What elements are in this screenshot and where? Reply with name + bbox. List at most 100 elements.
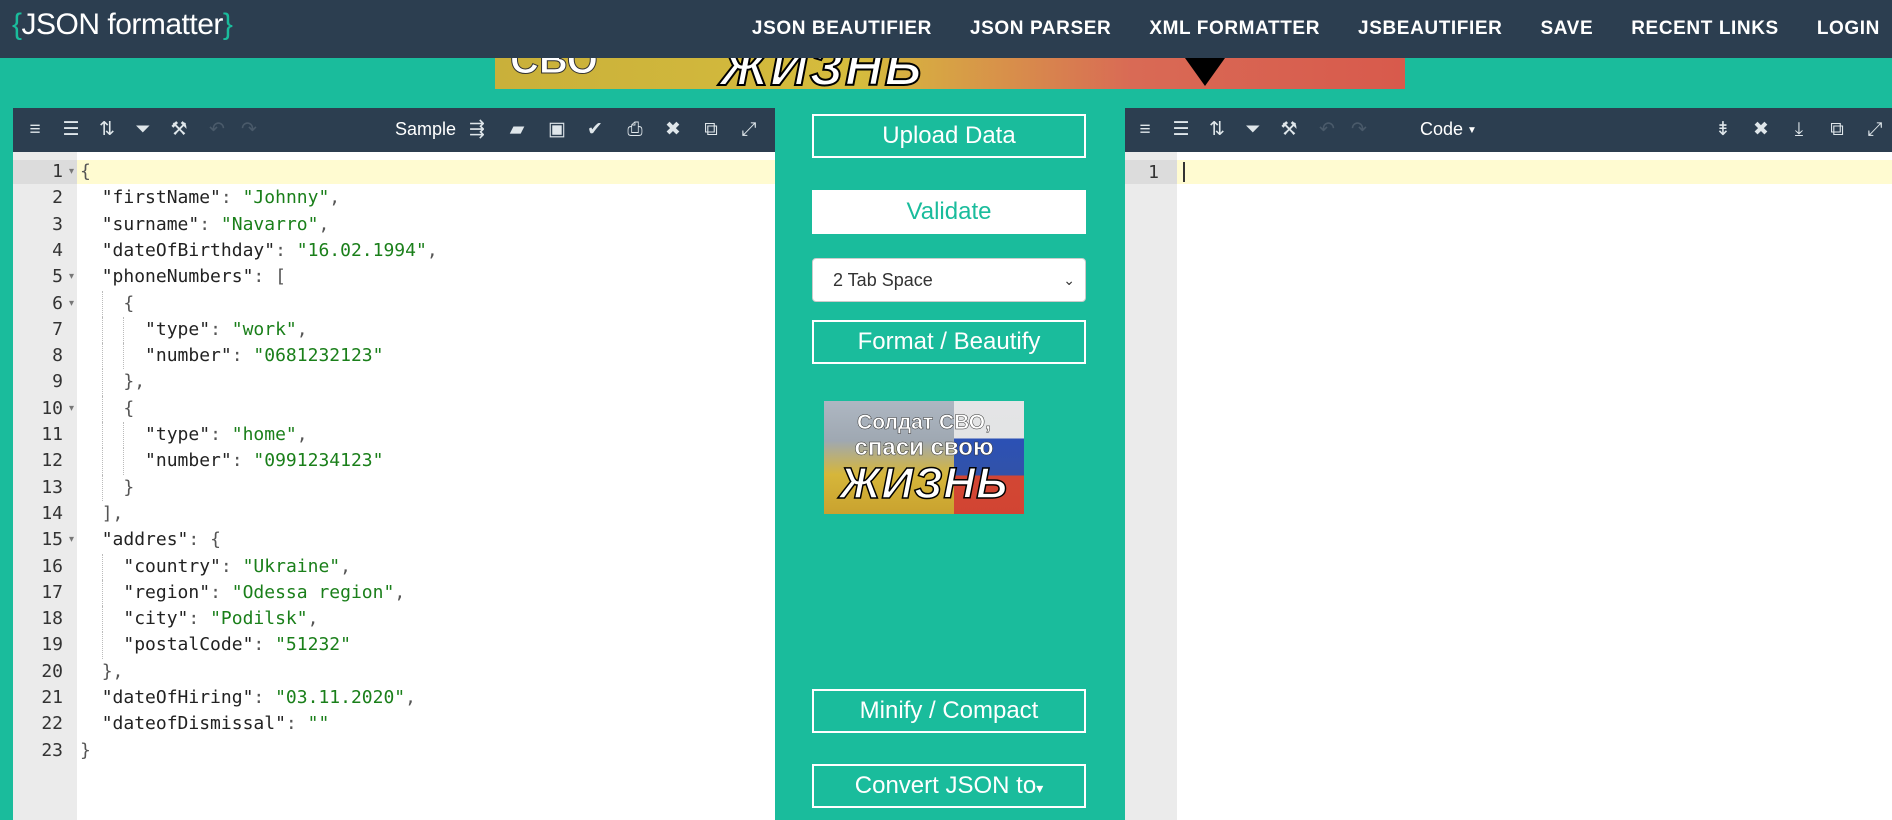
line-number-gutter: 1 ▾ 2 3 4 5 ▾ 6 ▾ 7 8 9 10 ▾ 11 12 13 14 15 ▾ 16 17 18 19 20 21 22… <box>13 152 77 820</box>
fullscreen-icon[interactable]: ⤢ <box>1863 118 1887 142</box>
compact-icon[interactable]: ☰ <box>1169 118 1193 142</box>
code-line: "country": "Ukraine", <box>77 553 775 580</box>
format-icon[interactable]: ≡ <box>1133 118 1157 142</box>
line-number: 3 <box>52 213 63 235</box>
line-number: 15 <box>41 529 63 551</box>
code-line: } <box>77 738 775 764</box>
code-line: "region": "Odessa region", <box>77 579 775 607</box>
line-number: 8 <box>52 345 63 367</box>
undo-icon[interactable]: ↶ <box>1315 118 1339 142</box>
line-number: 13 <box>41 476 63 498</box>
save-icon[interactable]: ▣ <box>545 118 569 142</box>
side-banner-ad[interactable]: Солдат СВО, спаси свою ЖИЗНЬ <box>824 401 1024 514</box>
format-beautify-button[interactable]: Format / Beautify <box>812 320 1086 364</box>
logo-brace-close: } <box>222 8 233 41</box>
line-number: 18 <box>41 608 63 630</box>
redo-icon[interactable]: ↷ <box>237 118 261 142</box>
nav-json-parser[interactable]: JSON PARSER <box>970 18 1111 40</box>
sample-button[interactable]: Sample <box>395 119 456 140</box>
input-editor-panel: ≡ ☰ ⇅ ⏷ ⚒ ↶ ↷ Sample ⇶ ▰ ▣ ✔ ⎙ ✖ ⧉ ⤢ 1 ▾ 2… <box>13 108 775 820</box>
json-output-editor[interactable] <box>1177 152 1892 820</box>
sort-icon[interactable]: ⇅ <box>95 118 119 142</box>
fold-toggle-icon[interactable]: ▾ <box>69 291 74 317</box>
code-line: "number": "0681232123" <box>77 343 775 370</box>
code-text: "surname": "Navarro", <box>101 213 330 235</box>
fold-toggle-icon[interactable]: ▾ <box>69 396 74 422</box>
code-line: "dateOfHiring": "03.11.2020", <box>77 685 775 711</box>
redo-icon[interactable]: ↷ <box>1347 118 1371 142</box>
usb-icon[interactable]: ⇶ <box>465 118 489 142</box>
fold-toggle-icon[interactable]: ▾ <box>69 264 74 290</box>
code-line: }, <box>77 369 775 396</box>
upload-data-button[interactable]: Upload Data <box>812 114 1086 158</box>
filter-icon[interactable]: ⏷ <box>1241 118 1265 142</box>
sort-icon[interactable]: ⇅ <box>1205 118 1229 142</box>
line-number: 4 <box>52 239 63 261</box>
code-text: "dateOfHiring": "03.11.2020", <box>101 687 416 708</box>
line-number: 16 <box>41 555 63 577</box>
line-number: 20 <box>41 660 63 682</box>
nav-login[interactable]: LOGIN <box>1817 18 1880 40</box>
line-number: 2 <box>52 187 63 209</box>
code-mode-label: Code <box>1420 119 1464 139</box>
code-text: "region": "Odessa region", <box>123 581 406 603</box>
format-icon[interactable]: ≡ <box>23 118 47 142</box>
nav-xml-formatter[interactable]: XML FORMATTER <box>1149 18 1320 40</box>
repair-wrench-icon[interactable]: ⚒ <box>1277 118 1301 142</box>
minify-compact-button[interactable]: Minify / Compact <box>812 689 1086 733</box>
convert-json-button[interactable]: Convert JSON to▾ <box>812 764 1086 808</box>
repair-wrench-icon[interactable]: ⚒ <box>167 118 191 142</box>
text-cursor <box>1183 162 1185 182</box>
output-editor-toolbar: ≡ ☰ ⇅ ⏷ ⚒ ↶ ↷ Code ▼ ⇟ ✖ ⤓ ⧉ ⤢ <box>1125 108 1892 152</box>
caret-down-icon: ▼ <box>1467 124 1477 136</box>
logo-brace-open: { <box>12 8 22 41</box>
nav-save[interactable]: SAVE <box>1540 18 1593 40</box>
nav-recent-links[interactable]: RECENT LINKS <box>1631 18 1779 40</box>
json-input-editor[interactable]: { "firstName": "Johnny", "surname": "Nav… <box>77 152 775 820</box>
banner-text-main: ЖИЗНЬ <box>719 58 924 89</box>
undo-icon[interactable]: ↶ <box>205 118 229 142</box>
code-line: }, <box>77 659 775 685</box>
clear-icon[interactable]: ✖ <box>1749 118 1773 142</box>
copy-icon[interactable]: ⧉ <box>1825 118 1849 142</box>
caret-down-icon: ▾ <box>1036 780 1044 796</box>
code-text: "number": "0681232123" <box>145 345 384 367</box>
active-line-highlight <box>1177 160 1892 184</box>
download-icon[interactable]: ⤓ <box>1787 118 1811 142</box>
nav-json-beautifier[interactable]: JSON BEAUTIFIER <box>752 18 932 40</box>
top-banner-ad[interactable]: СВО ЖИЗНЬ <box>495 58 1405 89</box>
open-folder-icon[interactable]: ▰ <box>505 118 529 142</box>
logo-text: JSON formatter <box>21 8 224 41</box>
fold-toggle-icon[interactable]: ▾ <box>69 527 74 553</box>
copy-icon[interactable]: ⧉ <box>699 118 723 142</box>
code-line: { <box>77 395 775 422</box>
code-text: "country": "Ukraine", <box>123 555 351 577</box>
code-mode-dropdown[interactable]: Code ▼ <box>1420 119 1477 140</box>
nav-jsbeautifier[interactable]: JSBEAUTIFIER <box>1358 18 1502 40</box>
output-editor-panel: ≡ ☰ ⇅ ⏷ ⚒ ↶ ↷ Code ▼ ⇟ ✖ ⤓ ⧉ ⤢ 1 <box>1125 108 1892 820</box>
line-number: 6 <box>52 292 63 314</box>
tab-space-select[interactable]: 2 Tab Space ⌄ <box>812 258 1086 302</box>
line-number: 14 <box>41 502 63 524</box>
code-text: "dateOfBirthday": "16.02.1994", <box>101 239 438 261</box>
filter-icon[interactable]: ⏷ <box>131 118 155 142</box>
code-line: "type": "work", <box>77 316 775 344</box>
site-logo[interactable]: {JSON formatter} <box>12 8 233 42</box>
fullscreen-icon[interactable]: ⤢ <box>737 118 761 142</box>
validate-button[interactable]: Validate <box>812 190 1086 234</box>
code-line: { <box>77 290 775 317</box>
compact-icon[interactable]: ☰ <box>59 118 83 142</box>
fold-toggle-icon[interactable]: ▾ <box>69 159 74 185</box>
check-icon[interactable]: ✔ <box>583 118 607 142</box>
line-number: 11 <box>41 424 63 445</box>
code-line: "firstName": "Johnny", <box>77 185 775 211</box>
code-text: "city": "Podilsk", <box>123 608 319 630</box>
line-number: 10 <box>41 397 63 419</box>
collapse-icon[interactable]: ⇟ <box>1711 118 1735 142</box>
line-number: 23 <box>41 739 63 761</box>
input-editor-toolbar: ≡ ☰ ⇅ ⏷ ⚒ ↶ ↷ Sample ⇶ ▰ ▣ ✔ ⎙ ✖ ⧉ ⤢ <box>13 108 775 152</box>
code-text: }, <box>123 371 146 393</box>
print-icon[interactable]: ⎙ <box>623 118 647 142</box>
code-text: "postalCode": "51232" <box>123 634 351 656</box>
clear-icon[interactable]: ✖ <box>661 118 685 142</box>
